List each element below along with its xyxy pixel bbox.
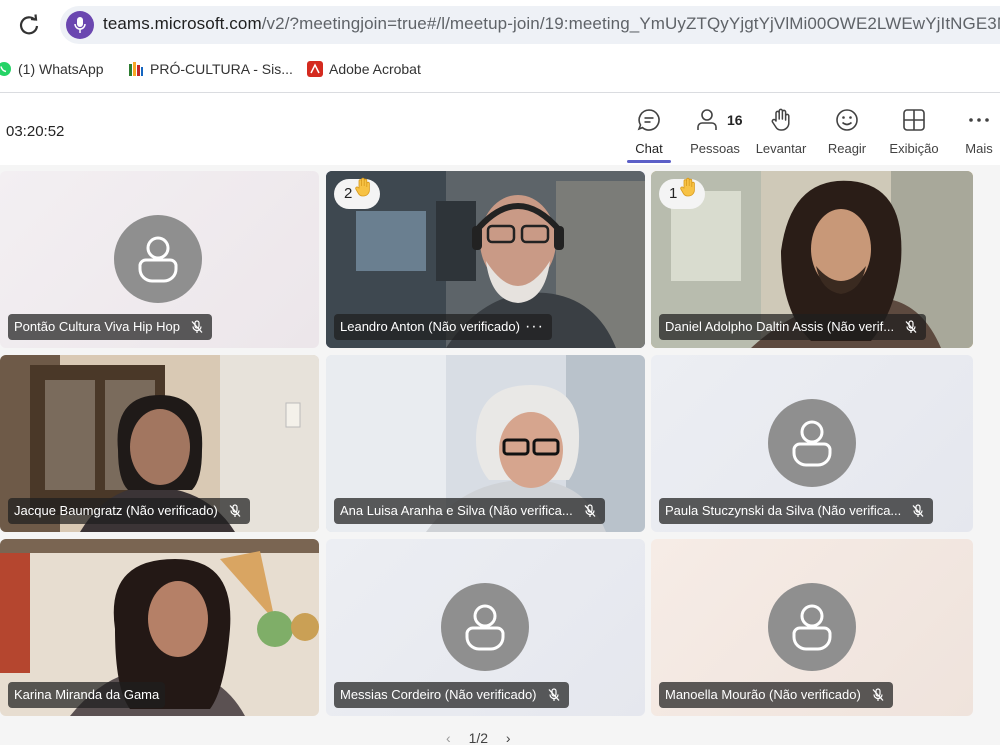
- url-text[interactable]: teams.microsoft.com/v2/?meetingjoin=true…: [103, 14, 1000, 34]
- bookmark-label: PRÓ-CULTURA - Sis...: [150, 61, 293, 77]
- prev-page-button[interactable]: ‹: [446, 730, 451, 746]
- raise-hand-button[interactable]: Levantar: [746, 103, 816, 159]
- participant-name: Pontão Cultura Viva Hip Hop: [8, 314, 212, 340]
- participant-tile[interactable]: Manoella Mourão (Não verificado): [651, 539, 973, 716]
- raised-hand-badge: 1: [659, 177, 706, 209]
- bookmark-label: Adobe Acrobat: [329, 61, 421, 77]
- raise-label: Levantar: [755, 141, 807, 156]
- mic-off-icon: [191, 320, 203, 333]
- bookmark-whatsapp[interactable]: (1) WhatsApp: [0, 60, 116, 80]
- participant-name: Manoella Mourão (Não verificado): [659, 682, 893, 708]
- bookmarks-bar: (1) WhatsApp PRÓ-CULTURA - Sis... Adobe …: [0, 50, 1000, 88]
- participant-name-text: Daniel Adolpho Daltin Assis (Não verif..…: [665, 319, 895, 334]
- people-label: Pessoas: [690, 141, 740, 156]
- chat-button[interactable]: Chat: [614, 103, 684, 163]
- participant-name-text: Manoella Mourão (Não verificado): [665, 687, 861, 702]
- mic-off-icon: [229, 504, 241, 517]
- participant-name: Ana Luisa Aranha e Silva (Não verifica..…: [334, 498, 605, 524]
- avatar: [441, 583, 529, 671]
- participant-name-text: Messias Cordeiro (Não verificado): [340, 687, 537, 702]
- pro-cultura-icon: [129, 62, 143, 76]
- people-count-badge: 16: [727, 112, 743, 128]
- more-options-icon[interactable]: ···: [525, 314, 544, 340]
- view-label: Exibição: [889, 141, 939, 156]
- participant-name: Leandro Anton (Não verificado) ···: [334, 314, 552, 340]
- participant-name: Paula Stuczynski da Silva (Não verifica.…: [659, 498, 934, 524]
- participant-name: Messias Cordeiro (Não verificado): [334, 682, 569, 708]
- mic-off-icon: [548, 688, 559, 701]
- participant-tile-hand-raised[interactable]: 1 Daniel Adolpho Daltin Assis (Não verif…: [651, 171, 973, 348]
- participant-tile[interactable]: Messias Cordeiro (Não verificado): [326, 539, 645, 716]
- emoji-icon: [836, 109, 858, 131]
- meeting-toolbar: 03:20:52 Chat 16 Pessoas Levantar Reagir…: [0, 93, 1000, 165]
- participant-tile[interactable]: Pontão Cultura Viva Hip Hop: [0, 171, 319, 348]
- people-icon: [697, 109, 717, 130]
- hand-order: 1: [669, 185, 678, 202]
- bookmark-pro-cultura[interactable]: PRÓ-CULTURA - Sis...: [128, 60, 298, 80]
- reload-icon[interactable]: [16, 12, 42, 38]
- page-indicator: 1/2: [468, 730, 489, 746]
- more-button[interactable]: Mais: [944, 103, 1000, 159]
- react-button[interactable]: Reagir: [812, 103, 882, 159]
- person-icon: [138, 236, 178, 283]
- avatar: [768, 399, 856, 487]
- grid-view-icon: [903, 109, 925, 131]
- participant-name-text: Pontão Cultura Viva Hip Hop: [14, 319, 180, 334]
- participant-name-text: Leandro Anton (Não verificado): [340, 319, 520, 334]
- mic-off-icon: [872, 688, 884, 701]
- participant-tile[interactable]: Paula Stuczynski da Silva (Não verifica.…: [651, 355, 973, 532]
- mic-off-icon: [905, 320, 917, 333]
- person-icon: [792, 604, 832, 651]
- participant-tile[interactable]: Karina Miranda da Gama: [0, 539, 319, 716]
- chat-label: Chat: [635, 141, 663, 156]
- raised-hand-icon: [679, 177, 697, 208]
- hand-order: 2: [344, 185, 353, 202]
- participant-name: Karina Miranda da Gama: [8, 682, 166, 708]
- mic-off-icon: [912, 504, 924, 517]
- whatsapp-icon: [0, 62, 11, 76]
- participant-tile[interactable]: Jacque Baumgratz (Não verificado): [0, 355, 319, 532]
- url-path: /v2/?meetingjoin=true#/l/meetup-join/19:…: [261, 14, 1000, 33]
- participant-name-text: Jacque Baumgratz (Não verificado): [14, 503, 218, 518]
- next-page-button[interactable]: ›: [506, 730, 511, 746]
- raised-hand-badge: 2: [334, 177, 381, 209]
- chat-icon: [637, 109, 660, 131]
- active-tab-indicator: [627, 160, 671, 163]
- participant-name: Daniel Adolpho Daltin Assis (Não verif..…: [659, 314, 927, 340]
- person-icon: [465, 604, 505, 651]
- avatar: [768, 583, 856, 671]
- hand-icon: [771, 108, 790, 131]
- adobe-acrobat-icon: [307, 61, 323, 77]
- participant-name-text: Paula Stuczynski da Silva (Não verifica.…: [665, 503, 902, 518]
- participant-name-text: Ana Luisa Aranha e Silva (Não verifica..…: [340, 503, 573, 518]
- person-icon: [792, 420, 832, 467]
- participant-tile-speaking[interactable]: 2 Leandro Anton (Não verificado) ···: [326, 171, 645, 348]
- browser-address-bar: teams.microsoft.com/v2/?meetingjoin=true…: [0, 0, 1000, 50]
- participant-tile[interactable]: Ana Luisa Aranha e Silva (Não verifica..…: [326, 355, 645, 532]
- bookmark-adobe-acrobat[interactable]: Adobe Acrobat: [307, 60, 437, 80]
- participant-name: Jacque Baumgratz (Não verificado): [8, 498, 250, 524]
- avatar: [114, 215, 202, 303]
- view-button[interactable]: Exibição: [879, 103, 949, 159]
- people-button[interactable]: 16 Pessoas: [680, 103, 750, 159]
- participant-name-text: Karina Miranda da Gama: [14, 687, 160, 702]
- microphone-icon[interactable]: [66, 11, 94, 39]
- mic-off-icon: [584, 504, 596, 517]
- more-label: Mais: [965, 141, 993, 156]
- meeting-timer: 03:20:52: [6, 123, 65, 140]
- react-label: Reagir: [827, 141, 867, 156]
- bookmark-label: (1) WhatsApp: [18, 61, 104, 77]
- pagination: ‹ 1/2 ›: [446, 730, 511, 746]
- url-host: teams.microsoft.com: [103, 14, 262, 33]
- raised-hand-icon: [354, 177, 372, 208]
- more-icon: [969, 118, 989, 122]
